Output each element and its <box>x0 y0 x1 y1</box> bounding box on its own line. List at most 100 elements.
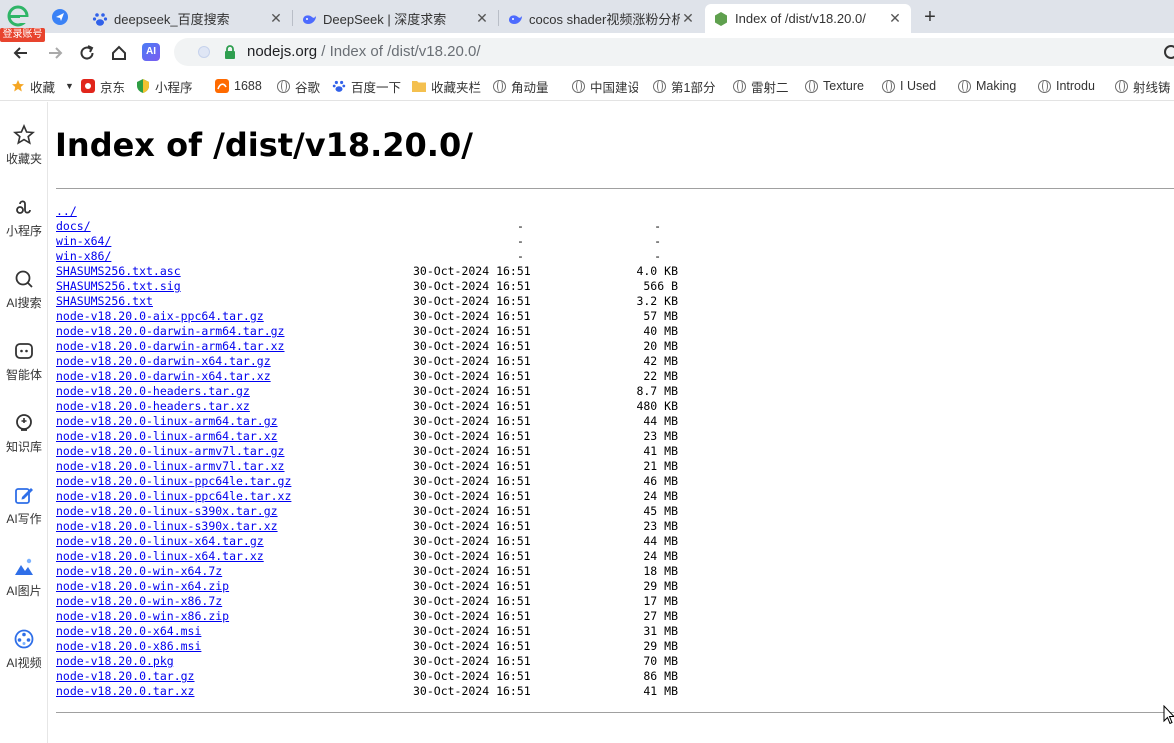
lock-icon[interactable] <box>224 45 236 59</box>
bookmark-raycast[interactable]: 射线铸 <box>1114 78 1174 94</box>
tab-close-icon[interactable]: ✕ <box>887 10 903 27</box>
file-date: 30-Oct-2024 16:51 <box>413 519 531 533</box>
bookmark-1688[interactable]: 1688 <box>215 78 265 94</box>
browser-logo-icon[interactable] <box>6 5 32 27</box>
sidebar-item-agent[interactable]: 智能体 <box>0 340 48 396</box>
sidebar-item-mini-program[interactable]: 小程序 <box>0 196 48 252</box>
back-button[interactable] <box>10 42 32 64</box>
home-button[interactable] <box>108 42 130 64</box>
file-link[interactable]: node-v18.20.0.tar.xz <box>56 684 194 699</box>
bottom-divider <box>56 712 1174 713</box>
pinned-tab-send-icon[interactable] <box>50 7 70 27</box>
bookmark-ccb[interactable]: 中国建设 <box>571 78 638 94</box>
bookmark-label: 射线铸 <box>1133 80 1171 95</box>
file-link[interactable]: node-v18.20.0-darwin-x64.tar.gz <box>56 354 271 369</box>
bookmark-making[interactable]: Making <box>957 78 1025 94</box>
file-link[interactable]: node-v18.20.0-linux-arm64.tar.gz <box>56 414 278 429</box>
file-link[interactable]: node-v18.20.0-linux-s390x.tar.gz <box>56 504 278 519</box>
file-link[interactable]: node-v18.20.0-linux-ppc64le.tar.gz <box>56 474 291 489</box>
file-link[interactable]: ../ <box>56 204 77 219</box>
tab-close-icon[interactable]: ✕ <box>474 10 490 27</box>
login-badge[interactable]: 登录账号 <box>0 28 45 42</box>
tab-close-icon[interactable]: ✕ <box>680 10 696 27</box>
bookmark-texture[interactable]: Texture <box>804 78 872 94</box>
file-link[interactable]: node-v18.20.0-darwin-x64.tar.xz <box>56 369 271 384</box>
file-link[interactable]: node-v18.20.0-linux-armv7l.tar.gz <box>56 444 284 459</box>
file-link[interactable]: node-v18.20.0-win-x64.7z <box>56 564 222 579</box>
address-bar[interactable]: nodejs.org / Index of /dist/v18.20.0/ <box>174 38 1174 66</box>
file-date: 30-Oct-2024 16:51 <box>413 474 531 488</box>
forward-button[interactable] <box>44 42 66 64</box>
file-size: 86 MB <box>643 669 678 683</box>
sidebar-item-label: AI图片 <box>6 584 42 598</box>
reload-button[interactable] <box>76 42 98 64</box>
url-text: nodejs.org / Index of /dist/v18.20.0/ <box>247 43 481 60</box>
bookmark-part1[interactable]: 第1部分 <box>652 78 718 94</box>
file-link[interactable]: node-v18.20.0.tar.gz <box>56 669 194 684</box>
bookmark-favorites[interactable]: 收藏 ▼ <box>11 78 76 94</box>
file-link[interactable]: node-v18.20.0-win-x64.zip <box>56 579 229 594</box>
file-link[interactable]: node-v18.20.0-linux-x64.tar.gz <box>56 534 264 549</box>
file-date: 30-Oct-2024 16:51 <box>413 504 531 518</box>
sidebar-item-knowledge[interactable]: 知识库 <box>0 412 48 468</box>
ai-assistant-button[interactable]: AI <box>142 43 160 61</box>
file-size: 42 MB <box>643 354 678 368</box>
file-link[interactable]: node-v18.20.0-headers.tar.xz <box>56 399 250 414</box>
file-date: 30-Oct-2024 16:51 <box>413 684 531 698</box>
tab-deepseek-home[interactable]: DeepSeek | 深度求索 ✕ <box>293 4 498 33</box>
bookmark-introdu[interactable]: Introdu <box>1037 78 1101 94</box>
bookmark-mini-program[interactable]: 小程序 <box>136 78 200 94</box>
bookmark-baidu[interactable]: 百度一下 <box>332 78 402 94</box>
tab-close-icon[interactable]: ✕ <box>268 10 284 27</box>
bookmark-laser[interactable]: 雷射二 <box>732 78 792 94</box>
file-link[interactable]: node-v18.20.0-darwin-arm64.tar.gz <box>56 324 284 339</box>
site-info-icon[interactable] <box>198 46 210 58</box>
sidebar-item-label: 收藏夹 <box>5 152 42 166</box>
sidebar-item-favorites[interactable]: 收藏夹 <box>0 124 48 180</box>
file-size: - <box>654 249 661 263</box>
file-date: - <box>517 234 524 248</box>
file-link[interactable]: node-v18.20.0-linux-s390x.tar.xz <box>56 519 278 534</box>
sidebar-item-ai-search[interactable]: AI搜索 <box>0 268 48 324</box>
file-size: 44 MB <box>643 414 678 428</box>
file-link[interactable]: node-v18.20.0-linux-armv7l.tar.xz <box>56 459 284 474</box>
extension-icon[interactable] <box>1164 45 1174 59</box>
file-link[interactable]: node-v18.20.0-linux-arm64.tar.xz <box>56 429 278 444</box>
file-link[interactable]: node-v18.20.0-win-x86.zip <box>56 609 229 624</box>
bookmark-label: Texture <box>823 79 864 93</box>
chevron-down-icon[interactable]: ▼ <box>65 81 74 91</box>
tab-node-index[interactable]: Index of /dist/v18.20.0/ ✕ <box>705 4 911 33</box>
sidebar-item-ai-video[interactable]: AI视频 <box>0 628 48 684</box>
file-link[interactable]: node-v18.20.0.pkg <box>56 654 174 669</box>
file-link[interactable]: node-v18.20.0-linux-ppc64le.tar.xz <box>56 489 291 504</box>
bookmark-jd[interactable]: 京东 <box>81 78 129 94</box>
file-link[interactable]: SHASUMS256.txt.asc <box>56 264 181 279</box>
file-link[interactable]: node-v18.20.0-darwin-arm64.tar.xz <box>56 339 284 354</box>
file-date: 30-Oct-2024 16:51 <box>413 429 531 443</box>
sidebar-item-ai-image[interactable]: AI图片 <box>0 556 48 612</box>
file-link[interactable]: win-x86/ <box>56 249 111 264</box>
bookmark-label: 第1部分 <box>671 80 716 95</box>
bookmark-angular-momentum[interactable]: 角动量 <box>492 78 558 94</box>
tab-deepseek-baidu[interactable]: deepseek_百度搜索 ✕ <box>84 4 292 33</box>
new-tab-button[interactable]: + <box>918 5 942 29</box>
file-link[interactable]: node-v18.20.0-win-x86.7z <box>56 594 222 609</box>
file-size: 23 MB <box>643 429 678 443</box>
baidu-paw-icon <box>332 79 346 93</box>
bookmark-label: Making <box>976 79 1017 93</box>
file-link[interactable]: node-v18.20.0-x86.msi <box>56 639 201 654</box>
file-link[interactable]: win-x64/ <box>56 234 111 249</box>
file-link[interactable]: node-v18.20.0-x64.msi <box>56 624 201 639</box>
file-link[interactable]: docs/ <box>56 219 91 234</box>
bookmark-folder[interactable]: 收藏夹栏 <box>412 78 484 94</box>
file-link[interactable]: node-v18.20.0-linux-x64.tar.xz <box>56 549 264 564</box>
file-link[interactable]: SHASUMS256.txt <box>56 294 153 309</box>
bookmark-i-used[interactable]: I Used <box>881 78 943 94</box>
file-link[interactable]: SHASUMS256.txt.sig <box>56 279 181 294</box>
file-date: 30-Oct-2024 16:51 <box>413 354 531 368</box>
file-link[interactable]: node-v18.20.0-aix-ppc64.tar.gz <box>56 309 264 324</box>
sidebar-item-ai-writing[interactable]: AI写作 <box>0 484 48 540</box>
file-link[interactable]: node-v18.20.0-headers.tar.gz <box>56 384 250 399</box>
bookmark-google[interactable]: 谷歌 <box>276 78 322 94</box>
tab-cocos-shader[interactable]: cocos shader视频涨粉分析 ✕ <box>499 4 704 33</box>
